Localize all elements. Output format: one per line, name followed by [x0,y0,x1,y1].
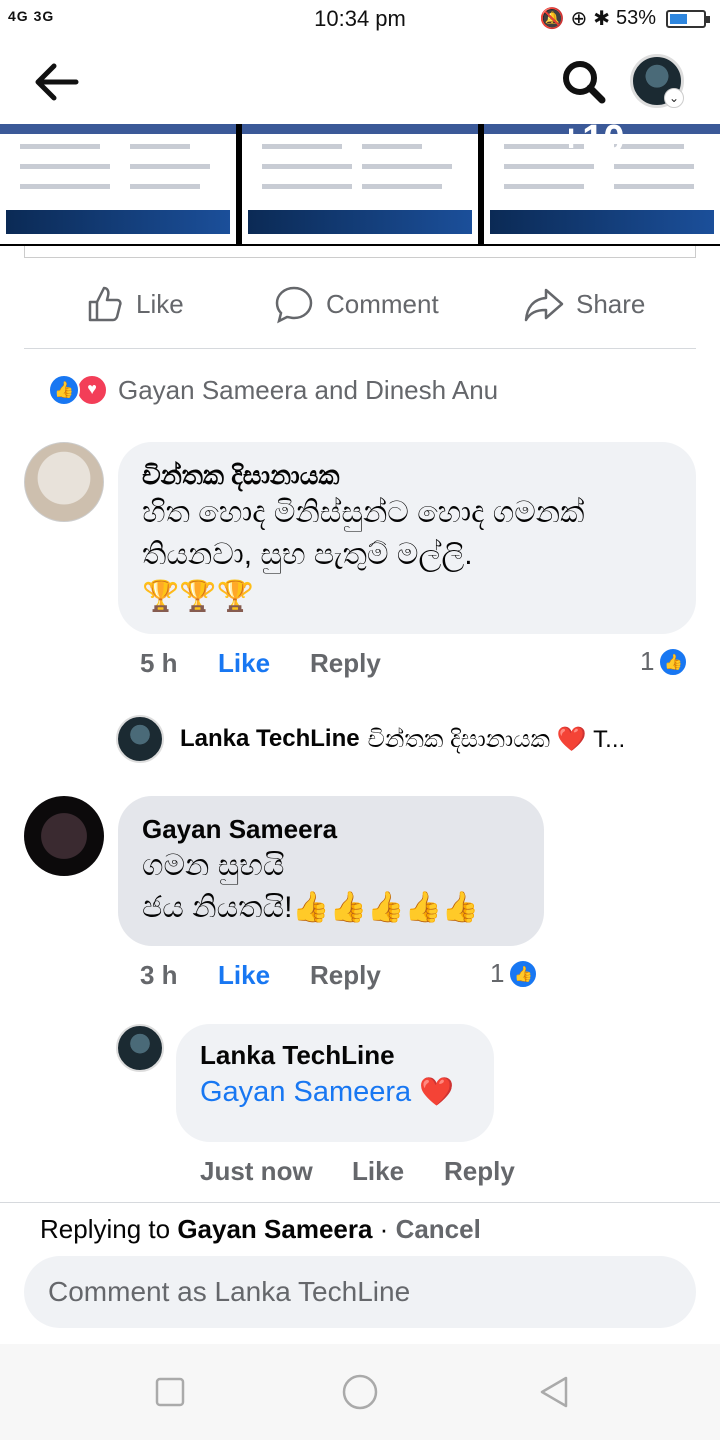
comment-bubble-selected[interactable]: Gayan Sameera ගමන සුභයි ජය නියතයි! 👍👍👍👍👍 [118,796,544,946]
search-icon[interactable] [558,56,610,108]
reply-meta: Just now Like Reply [200,1156,560,1196]
reply-author[interactable]: Lanka TechLine [200,1040,470,1071]
app-bar: ⌄ [0,44,720,120]
reply-preview-text: චින්තක දිසානායක ❤️ T... [367,725,626,753]
reply-mention[interactable]: Gayan Sameera [200,1076,411,1108]
comment-like-link[interactable]: Like [218,648,270,679]
post-image-2[interactable] [242,124,478,244]
like-reaction-icon: 👍 [658,646,689,677]
comment-reply-link[interactable]: Reply [310,648,381,679]
recents-square-icon[interactable] [150,1372,190,1412]
replying-to-banner: Replying to Gayan Sameera · Cancel [40,1214,481,1245]
comment-like-count[interactable]: 1 👍 [640,646,689,677]
comment-author[interactable]: චින්තක දිසානායක [142,460,672,492]
like-button-label: Like [136,288,184,319]
comment-reply-link[interactable]: Reply [310,960,381,991]
commenter-avatar[interactable] [24,442,104,522]
page-avatar [116,715,164,763]
reply-preview[interactable]: Lanka TechLine චින්තක දිසානායක ❤️ T... [116,712,625,766]
comment-input[interactable]: Comment as Lanka TechLine [24,1256,696,1328]
comment-time: 3 h [140,960,178,990]
cancel-reply-button[interactable]: Cancel [396,1214,481,1244]
chevron-down-icon[interactable]: ⌄ [664,88,684,108]
replying-separator: · [372,1214,396,1244]
heart-emoji: ❤️ [419,1076,455,1107]
trophy-emoji: 🏆🏆🏆 [142,580,255,613]
page-avatar[interactable] [116,1024,164,1072]
share-button-label: Share [576,288,646,319]
comment-meta: 5 h Like Reply [140,648,440,688]
reactions-names: Gayan Sameera and Dinesh Anu [118,374,499,405]
reply-like-link[interactable]: Like [352,1156,404,1187]
like-reaction-icon: 👍 [508,958,539,989]
like-count-value: 1 [490,958,505,988]
thumbs-up-icon [88,286,122,322]
lock-rotation-icon: ⊕ [570,8,588,30]
commenter-avatar[interactable] [24,796,104,876]
comment-button[interactable]: Comment [274,276,439,332]
comment-bubble-icon [275,286,313,324]
comment-bubble[interactable]: චින්තක දිසානායක හිත හොද මිනිස්සුන්ට හොද … [118,442,696,634]
comment-button-label: Comment [326,288,439,319]
post-image-border [24,246,696,258]
compose-divider [0,1202,720,1203]
system-nav-bar [0,1344,720,1440]
more-images-count[interactable]: +10 [560,118,624,161]
back-triangle-icon[interactable] [534,1372,574,1412]
back-arrow-icon[interactable] [28,58,84,106]
divider [24,348,696,349]
battery-level-fill [670,13,687,24]
share-arrow-icon [524,288,564,322]
comment-like-count[interactable]: 1 👍 [490,958,539,989]
comment-like-link[interactable]: Like [218,960,270,991]
status-icons: 🔕 ⊕ ✱ 53% [539,6,710,31]
battery-icon [666,9,710,28]
comment-meta: 3 h Like Reply [140,960,440,1000]
post-actions: Like Comment Share [0,276,720,332]
like-button[interactable]: Like [84,276,184,332]
replying-to-name: Gayan Sameera [177,1214,373,1244]
home-circle-icon[interactable] [340,1372,380,1412]
comment-text: හිත හොද මිනිස්සුන්ට හොද ගමනක් තියනවා, සු… [142,496,585,571]
reply-preview-author: Lanka TechLine [180,725,360,752]
comment-input-placeholder: Comment as Lanka TechLine [48,1276,411,1307]
thumbs-up-emoji: 👍👍👍👍👍 [292,891,480,924]
comment-time: 5 h [140,648,178,678]
reply-time: Just now [200,1156,313,1186]
reactions-summary[interactable]: 👍 ♥ Gayan Sameera and Dinesh Anu [48,372,498,408]
post-image-1[interactable] [0,124,236,244]
like-reaction-icon: 👍 [48,374,80,406]
comment-author[interactable]: Gayan Sameera [142,814,520,845]
like-count-value: 1 [640,646,655,676]
share-button[interactable]: Share [524,276,645,332]
love-reaction-icon: ♥ [76,374,108,406]
post-image-strip[interactable]: +10 [0,118,720,246]
mute-icon: 🔕 [539,8,565,30]
reply-bubble[interactable]: Lanka TechLine Gayan Sameera ❤️ [176,1024,494,1142]
bluetooth-icon: ✱ [593,8,610,30]
comment-text-line2: ජය නියතයි! [142,891,293,924]
reply-reply-link[interactable]: Reply [444,1156,515,1187]
battery-percent: 53% [615,7,656,29]
comment-text-line1: ගමන සුභයි [142,849,285,882]
status-bar: 4G 3G 10:34 pm 🔕 ⊕ ✱ 53% [0,0,720,40]
replying-prefix: Replying to [40,1214,171,1244]
